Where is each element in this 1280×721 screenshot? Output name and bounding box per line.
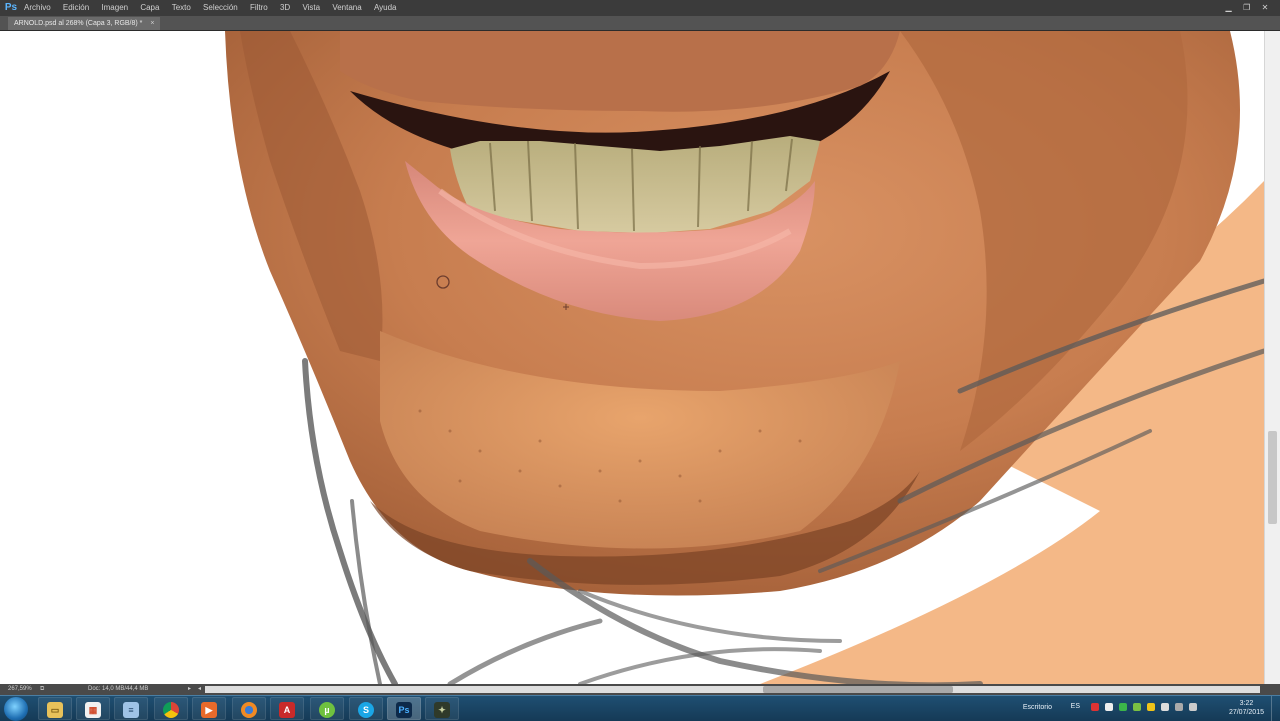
document-tab-bar: ARNOLD.psd al 268% (Capa 3, RGB/8) * × bbox=[0, 16, 1280, 31]
tab-close-icon[interactable]: × bbox=[150, 20, 154, 27]
taskbar-utorrent[interactable]: µ bbox=[310, 697, 344, 720]
status-bar: 267,59% ⧉ Doc: 14,0 MB/44,4 MB ▸ ◂ bbox=[0, 684, 1280, 695]
taskbar-clock[interactable]: 3:22 27/07/2015 bbox=[1229, 699, 1264, 717]
menu-seleccion[interactable]: Selección bbox=[203, 0, 238, 16]
horizontal-scrollbar[interactable] bbox=[205, 686, 1260, 693]
tray-shield-icon[interactable] bbox=[1146, 703, 1155, 711]
play-icon: ▶ bbox=[201, 701, 217, 718]
menu-ayuda[interactable]: Ayuda bbox=[374, 0, 397, 16]
menu-texto[interactable]: Texto bbox=[172, 0, 191, 16]
game-icon: ✦ bbox=[434, 701, 450, 718]
vertical-scrollbar[interactable] bbox=[1264, 31, 1280, 684]
taskbar-notepad[interactable]: ≡ bbox=[114, 697, 148, 720]
zoom-export-icon[interactable]: ⧉ bbox=[40, 684, 44, 695]
network-icon[interactable] bbox=[1174, 703, 1183, 711]
menu-vista[interactable]: Vista bbox=[302, 0, 320, 16]
firefox-icon bbox=[241, 701, 257, 718]
clock-time: 3:22 bbox=[1239, 700, 1254, 707]
document-size-info: Doc: 14,0 MB/44,4 MB bbox=[88, 686, 149, 692]
menu-bar: Ps Archivo Edición Imagen Capa Texto Sel… bbox=[0, 0, 1280, 16]
document-tab-title: ARNOLD.psd al 268% (Capa 3, RGB/8) * bbox=[14, 20, 143, 27]
chrome-icon bbox=[163, 701, 179, 718]
restore-icon[interactable]: ❐ bbox=[1240, 2, 1254, 14]
escritorio-toolbar[interactable]: Escritorio bbox=[1023, 704, 1052, 711]
menu-edicion[interactable]: Edición bbox=[63, 0, 89, 16]
main-menu: Archivo Edición Imagen Capa Texto Selecc… bbox=[24, 0, 406, 16]
menu-ventana[interactable]: Ventana bbox=[332, 0, 361, 16]
taskbar-acrobat[interactable]: A bbox=[270, 697, 304, 720]
tray-green-icon[interactable] bbox=[1118, 703, 1127, 711]
minimize-icon[interactable]: ▁ bbox=[1222, 2, 1236, 14]
utorrent-icon: µ bbox=[319, 701, 335, 718]
menu-3d[interactable]: 3D bbox=[280, 0, 290, 16]
start-button[interactable] bbox=[4, 697, 28, 721]
document-tab[interactable]: ARNOLD.psd al 268% (Capa 3, RGB/8) * × bbox=[8, 17, 161, 30]
taskbar-skype[interactable]: S bbox=[349, 697, 383, 720]
clock-date: 27/07/2015 bbox=[1228, 709, 1264, 716]
vertical-scrollbar-thumb[interactable] bbox=[1268, 431, 1277, 524]
gmail-icon[interactable] bbox=[1091, 703, 1099, 711]
photoshop-logo-icon: Ps bbox=[4, 2, 18, 13]
scroll-left-arrow-icon[interactable]: ◂ bbox=[198, 684, 201, 695]
taskbar-file-explorer[interactable]: ▭ bbox=[38, 697, 72, 720]
tray-icons bbox=[1091, 703, 1216, 713]
close-icon[interactable]: ✕ bbox=[1258, 2, 1272, 14]
photoshop-icon: Ps bbox=[396, 701, 412, 718]
horizontal-scrollbar-thumb[interactable] bbox=[763, 686, 953, 693]
skype-icon: S bbox=[358, 701, 374, 718]
menu-archivo[interactable]: Archivo bbox=[24, 0, 51, 16]
document-canvas[interactable] bbox=[0, 31, 1264, 684]
menu-capa[interactable]: Capa bbox=[140, 0, 159, 16]
windows-taskbar: ▭ ▦ ≡ ▶ A µ S Ps ✦ Escritorio ES 3:22 27… bbox=[0, 695, 1280, 721]
volume-icon[interactable] bbox=[1188, 703, 1197, 711]
zoom-level-field[interactable]: 267,59% bbox=[8, 684, 32, 695]
taskbar-media-player[interactable]: ▶ bbox=[192, 697, 226, 720]
system-tray: Escritorio ES 3:22 27/07/2015 bbox=[1000, 696, 1280, 721]
tiles-grid-icon: ▦ bbox=[85, 701, 101, 718]
taskbar-photoshop[interactable]: Ps bbox=[387, 697, 421, 720]
show-desktop-button[interactable] bbox=[1271, 696, 1280, 721]
language-indicator[interactable]: ES bbox=[1071, 703, 1080, 710]
menu-filtro[interactable]: Filtro bbox=[250, 0, 268, 16]
taskbar-firefox[interactable] bbox=[232, 697, 266, 720]
painting-artwork bbox=[225, 31, 1264, 684]
taskbar-game[interactable]: ✦ bbox=[425, 697, 459, 720]
tray-window-icon[interactable] bbox=[1104, 703, 1113, 711]
taskbar-chrome[interactable] bbox=[154, 697, 188, 720]
menu-imagen[interactable]: Imagen bbox=[101, 0, 128, 16]
tray-utorrent-icon[interactable] bbox=[1132, 703, 1141, 711]
notepad-icon: ≡ bbox=[123, 701, 139, 718]
status-menu-arrow-icon[interactable]: ▸ bbox=[188, 684, 191, 695]
tray-flag-icon[interactable] bbox=[1160, 703, 1169, 711]
folder-icon: ▭ bbox=[47, 701, 63, 718]
acrobat-icon: A bbox=[279, 701, 295, 718]
window-controls: ▁ ❐ ✕ bbox=[1220, 0, 1272, 16]
taskbar-tiles[interactable]: ▦ bbox=[76, 697, 110, 720]
